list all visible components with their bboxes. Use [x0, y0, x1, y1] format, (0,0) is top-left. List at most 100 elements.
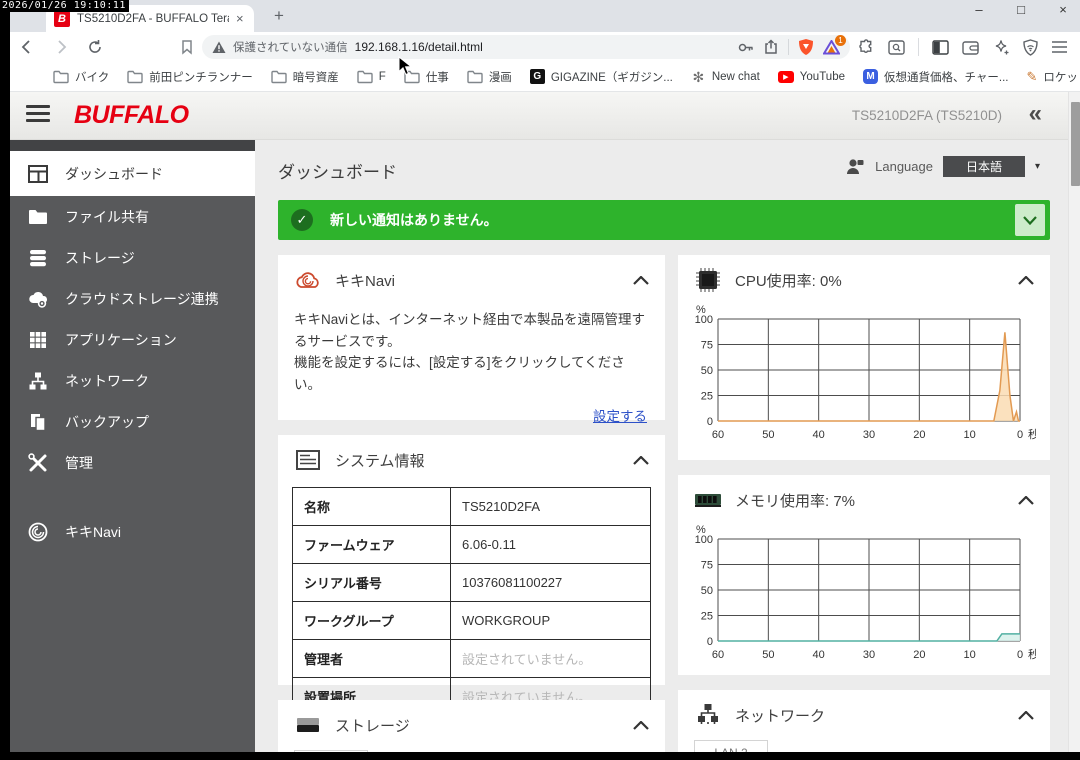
folder-icon [26, 205, 50, 229]
bookmark-gigazine[interactable]: G GIGAZINE（ギガジン... [523, 66, 680, 88]
leo-ai-sparkle-icon[interactable] [993, 39, 1010, 56]
language-select-button[interactable]: 日本語 [943, 156, 1025, 177]
bookmark-youtube[interactable]: ▶ YouTube [771, 68, 852, 86]
security-status-label[interactable]: 保護されていない通信 [233, 39, 348, 55]
bookmark-label: バイク [75, 69, 109, 85]
window-minimize-button[interactable]: – [970, 2, 988, 17]
svg-text:0: 0 [707, 636, 713, 648]
sidebar-panel-icon[interactable] [932, 40, 949, 55]
extension-icon[interactable]: 1 [823, 40, 840, 55]
extensions-puzzle-icon[interactable] [858, 39, 875, 56]
brave-shield-icon[interactable] [798, 38, 814, 56]
mouse-cursor [398, 56, 413, 76]
sidebar-item-label: ネットワーク [65, 371, 149, 391]
bookmark-label: YouTube [800, 71, 845, 83]
system-info-list-icon [294, 447, 322, 473]
table-row: ワークグループWORKGROUP [293, 602, 651, 640]
sidebar-item-network[interactable]: ネットワーク [10, 360, 255, 401]
tab-close-icon[interactable]: × [236, 11, 244, 26]
table-row: ファームウェア6.06-0.11 [293, 526, 651, 564]
bookmark-label: 仕事 [426, 69, 449, 85]
svg-text:25: 25 [701, 391, 713, 403]
collapse-chevron-icon[interactable] [1018, 276, 1034, 285]
sidebar-item-label: アプリケーション [65, 330, 177, 350]
page-scrollbar[interactable] [1068, 92, 1080, 752]
collapse-chevron-icon[interactable] [633, 276, 649, 285]
svg-text:10: 10 [964, 429, 976, 441]
share-icon[interactable] [763, 39, 779, 55]
row-label: 名称 [293, 488, 451, 526]
saved-password-key-icon[interactable] [737, 39, 754, 56]
svg-text:50: 50 [701, 585, 713, 597]
chatgpt-icon: ✻ [691, 69, 706, 84]
row-label: シリアル番号 [293, 564, 451, 602]
back-icon[interactable] [10, 39, 44, 55]
sidebar-item-storage[interactable]: ストレージ [10, 237, 255, 278]
network-nodes-icon [694, 702, 722, 728]
notification-banner: ✓ 新しい通知はありません。 [278, 200, 1050, 240]
sidebar-item-file-sharing[interactable]: ファイル共有 [10, 196, 255, 237]
insecure-warning-icon [212, 41, 226, 54]
extension-badge-count: 1 [835, 35, 846, 46]
window-maximize-button[interactable]: □ [1012, 2, 1030, 17]
sidebar-item-admin[interactable]: 管理 [10, 442, 255, 483]
collapse-chevron-icon[interactable] [1018, 711, 1034, 720]
browser-toolbar: 保護されていない通信 192.168.1.16/detail.html [10, 32, 1080, 62]
notification-expand-button[interactable] [1015, 204, 1045, 236]
menu-hamburger-icon[interactable] [26, 105, 50, 126]
sidebar-item-label: 管理 [65, 453, 93, 473]
bookmark-rocketnews[interactable]: ✎ ロケットニュース24 [1019, 66, 1080, 88]
svg-text:秒: 秒 [1028, 427, 1036, 441]
network-lan2-tab[interactable]: LAN 2 [694, 740, 768, 752]
collapse-panel-icon[interactable]: « [1029, 100, 1042, 128]
scrollbar-thumb[interactable] [1071, 102, 1080, 186]
bookmark-folder[interactable]: 暗号資産 [264, 66, 346, 88]
web-page: BUFFALO TS5210D2FA (TS5210D) « ダッシュボード フ… [10, 92, 1080, 752]
kikinavi-icon [26, 520, 50, 544]
search-tabs-icon[interactable] [888, 40, 905, 55]
sidebar-item-backup[interactable]: バックアップ [10, 401, 255, 442]
window-close-button[interactable]: × [1054, 2, 1072, 17]
address-bar[interactable]: 保護されていない通信 192.168.1.16/detail.html [202, 35, 850, 59]
sidebar-item-applications[interactable]: アプリケーション [10, 319, 255, 360]
app-header: BUFFALO TS5210D2FA (TS5210D) « [10, 92, 1068, 140]
bookmark-folder[interactable]: 漫画 [460, 66, 519, 88]
bookmark-flag-icon[interactable] [180, 39, 194, 55]
screen-bottom-bar [0, 752, 1080, 760]
bookmark-folder[interactable]: バイク [46, 66, 116, 88]
folder-icon [271, 69, 287, 85]
toolbar-divider [918, 38, 919, 56]
bookmark-new-chat[interactable]: ✻ New chat [684, 66, 767, 87]
bookmark-folder[interactable]: F [350, 66, 393, 88]
collapse-chevron-icon[interactable] [1018, 496, 1034, 505]
bookmark-crypto[interactable]: M 仮想通貨価格、チャー... [856, 66, 1015, 88]
configure-link[interactable]: 設定する [593, 409, 647, 424]
omnibox-divider [788, 39, 789, 55]
reload-icon[interactable] [78, 39, 112, 55]
language-caret-icon[interactable]: ▾ [1035, 161, 1040, 172]
cpu-usage-chart: 02550751006050403020100%秒 [684, 303, 1036, 453]
url-text[interactable]: 192.168.1.16/detail.html [355, 40, 483, 54]
sidebar-item-kikinavi[interactable]: キキNavi [10, 511, 255, 552]
memory-card: メモリ使用率: 7% 02550751006050403020100%秒 [678, 475, 1050, 675]
sidebar-item-label: ファイル共有 [65, 207, 149, 227]
browser-menu-icon[interactable] [1051, 40, 1068, 54]
svg-text:0: 0 [707, 416, 713, 428]
language-label: Language [875, 159, 933, 174]
notification-message: 新しい通知はありません。 [330, 210, 498, 230]
collapse-chevron-icon[interactable] [633, 456, 649, 465]
svg-text:75: 75 [701, 340, 713, 352]
svg-text:50: 50 [762, 429, 774, 441]
svg-text:50: 50 [762, 649, 774, 661]
new-tab-button[interactable]: + [266, 4, 292, 28]
collapse-chevron-icon[interactable] [633, 721, 649, 730]
vpn-shield-icon[interactable] [1023, 39, 1038, 56]
bookmark-folder[interactable]: 前田ピンチランナー [120, 66, 260, 88]
forward-icon[interactable] [44, 39, 78, 55]
buffalo-logo: BUFFALO [74, 101, 189, 130]
sidebar-item-dashboard[interactable]: ダッシュボード [10, 151, 255, 196]
language-selector: Language 日本語 ▾ [845, 156, 1040, 177]
wallet-icon[interactable] [962, 40, 980, 55]
cloud-gear-icon [26, 287, 50, 311]
sidebar-item-cloud-storage[interactable]: クラウドストレージ連携 [10, 278, 255, 319]
